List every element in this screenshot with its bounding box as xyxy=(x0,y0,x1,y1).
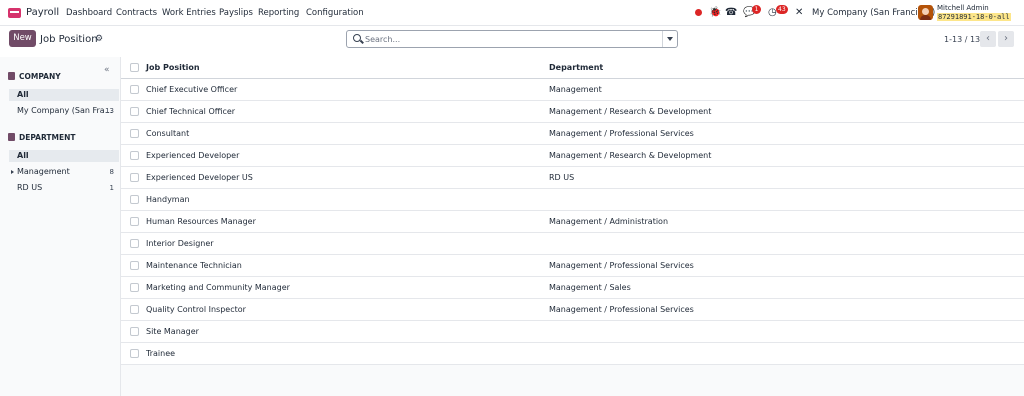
filter-count: 8 xyxy=(109,168,114,176)
pager-next-button[interactable]: › xyxy=(998,31,1014,47)
payroll-app-icon[interactable] xyxy=(8,8,21,18)
table-row[interactable]: Chief Technical Officer Management / Rese… xyxy=(121,101,1024,123)
menu-reporting[interactable]: Reporting xyxy=(258,8,299,18)
company-switcher[interactable]: My Company (San Francisco) xyxy=(812,8,935,18)
row-checkbox[interactable] xyxy=(130,107,139,116)
department-cell: Management / Research & Development xyxy=(549,151,712,160)
messages-badge: 1 xyxy=(752,5,761,14)
department-filter-rd-us[interactable]: RD US 1 xyxy=(9,182,119,194)
table-row[interactable]: Experienced Developer Management / Resear… xyxy=(121,145,1024,167)
filter-count: 1 xyxy=(109,184,114,192)
row-checkbox[interactable] xyxy=(130,129,139,138)
table-row[interactable]: Marketing and Community Manager Managemen… xyxy=(121,277,1024,299)
phone-icon[interactable]: ☎ xyxy=(725,7,737,19)
department-cell: Management / Sales xyxy=(549,283,631,292)
search-options-toggle[interactable] xyxy=(662,31,677,47)
row-checkbox[interactable] xyxy=(130,151,139,160)
job-position-cell: Consultant xyxy=(146,129,190,138)
table-row[interactable]: Consultant Management / Professional Serv… xyxy=(121,123,1024,145)
user-avatar[interactable] xyxy=(918,5,933,20)
search-icon xyxy=(353,34,361,42)
app-name[interactable]: Payroll xyxy=(26,7,59,18)
row-checkbox[interactable] xyxy=(130,261,139,270)
activities-badge: 43 xyxy=(776,5,788,14)
job-position-cell: Maintenance Technician xyxy=(146,261,242,270)
menu-configuration[interactable]: Configuration xyxy=(306,8,364,18)
department-cell: Management / Professional Services xyxy=(549,129,694,138)
job-position-list: Job Position Department Chief Executive … xyxy=(121,57,1024,396)
job-position-cell: Human Resources Manager xyxy=(146,217,256,226)
page-title: Job Position xyxy=(40,34,98,45)
job-position-cell: Experienced Developer xyxy=(146,151,240,160)
department-filter-all[interactable]: All xyxy=(9,150,119,162)
row-checkbox[interactable] xyxy=(130,283,139,292)
menu-contracts[interactable]: Contracts xyxy=(116,8,157,18)
department-cell: Management / Research & Development xyxy=(549,107,712,116)
table-row[interactable]: Maintenance Technician Management / Profe… xyxy=(121,255,1024,277)
filter-count: 13 xyxy=(105,107,114,115)
table-row[interactable]: Handyman xyxy=(121,189,1024,211)
company-section-heading: COMPANY xyxy=(8,72,61,81)
department-filter-management[interactable]: Management 8 xyxy=(9,166,119,178)
row-checkbox[interactable] xyxy=(130,195,139,204)
department-cell: Management / Administration xyxy=(549,217,669,226)
company-filter-item[interactable]: My Company (San Fra… 13 xyxy=(9,105,119,117)
table-row[interactable]: Site Manager xyxy=(121,321,1024,343)
row-checkbox[interactable] xyxy=(130,239,139,248)
column-header-job-position[interactable]: Job Position xyxy=(146,63,200,72)
search-input[interactable] xyxy=(365,33,655,45)
table-row[interactable]: Trainee xyxy=(121,343,1024,365)
new-button[interactable]: New xyxy=(9,30,36,47)
top-navbar: Payroll Dashboard Contracts Work Entries… xyxy=(0,0,1024,26)
job-position-cell: Trainee xyxy=(146,349,176,358)
table-row[interactable]: Quality Control Inspector Management / Pr… xyxy=(121,299,1024,321)
menu-work-entries[interactable]: Work Entries xyxy=(162,8,216,18)
column-header-department[interactable]: Department xyxy=(549,63,603,72)
department-cell: Management xyxy=(549,85,602,94)
gear-icon[interactable]: ⚙ xyxy=(95,34,103,44)
bug-icon[interactable]: 🐞 xyxy=(709,7,721,19)
job-position-cell: Quality Control Inspector xyxy=(146,305,246,314)
department-cell: Management / Professional Services xyxy=(549,305,694,314)
menu-dashboard[interactable]: Dashboard xyxy=(66,8,112,18)
department-cell: Management / Professional Services xyxy=(549,261,694,270)
job-position-cell: Interior Designer xyxy=(146,239,214,248)
row-checkbox[interactable] xyxy=(130,173,139,182)
row-checkbox[interactable] xyxy=(130,217,139,226)
tools-icon[interactable]: ✕ xyxy=(795,7,803,19)
row-checkbox[interactable] xyxy=(130,85,139,94)
pager-value[interactable]: 1-13 / 13 xyxy=(944,35,980,44)
table-row[interactable]: Chief Executive Officer Management xyxy=(121,79,1024,101)
row-checkbox[interactable] xyxy=(130,349,139,358)
job-position-cell: Chief Executive Officer xyxy=(146,85,238,94)
table-row[interactable]: Experienced Developer US RD US xyxy=(121,167,1024,189)
job-position-cell: Marketing and Community Manager xyxy=(146,283,290,292)
company-filter-all[interactable]: All xyxy=(9,89,119,101)
department-cell: RD US xyxy=(549,173,575,182)
menu-payslips[interactable]: Payslips xyxy=(219,8,253,18)
caret-right-icon[interactable] xyxy=(11,170,14,174)
users-icon xyxy=(8,133,15,141)
collapse-sidebar-icon[interactable]: « xyxy=(104,65,110,75)
department-section-heading: DEPARTMENT xyxy=(8,133,76,142)
search-bar[interactable] xyxy=(346,30,678,48)
row-checkbox[interactable] xyxy=(130,305,139,314)
job-position-cell: Site Manager xyxy=(146,327,199,336)
recording-dot-icon[interactable] xyxy=(695,9,702,16)
table-row[interactable]: Interior Designer xyxy=(121,233,1024,255)
job-position-cell: Handyman xyxy=(146,195,190,204)
filter-sidebar: « COMPANY All My Company (San Fra… 13 DE… xyxy=(0,57,121,396)
row-checkbox[interactable] xyxy=(130,327,139,336)
table-header: Job Position Department xyxy=(121,57,1024,79)
job-position-cell: Experienced Developer US xyxy=(146,173,253,182)
select-all-checkbox[interactable] xyxy=(130,63,139,72)
user-name[interactable]: Mitchell Admin xyxy=(937,4,989,12)
pager-previous-button[interactable]: ‹ xyxy=(980,31,996,47)
database-name: 87291891-18-0-all xyxy=(937,13,1011,21)
table-row[interactable]: Human Resources Manager Management / Admi… xyxy=(121,211,1024,233)
building-icon xyxy=(8,72,15,80)
job-position-cell: Chief Technical Officer xyxy=(146,107,236,116)
